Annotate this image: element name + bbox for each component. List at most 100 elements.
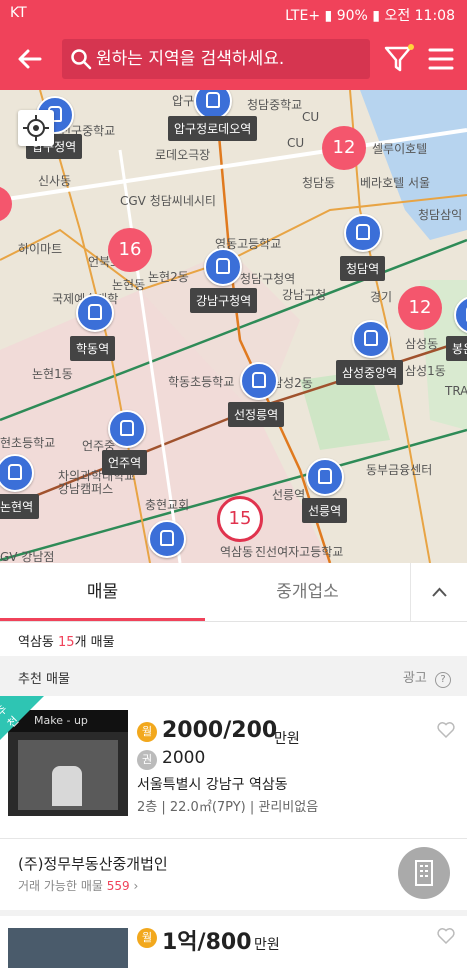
map-label: CGV 청담씨네시티 <box>120 194 216 208</box>
map-label: 청담구청역 <box>240 272 296 286</box>
map-label: 논현2동 <box>148 270 189 284</box>
listing-price: 2000/200 <box>162 718 278 743</box>
my-location-button[interactable] <box>18 110 54 146</box>
listing-address: 서울특별시 강남구 역삼동 <box>137 777 288 793</box>
section-title: 추천 매물 <box>18 672 70 687</box>
broker-building-icon <box>398 847 450 899</box>
map-label: 동부금융센터 <box>366 463 433 477</box>
map-label: 청담삼익 <box>418 208 463 222</box>
listing-details: 2층 | 22.0㎡(7PY) | 관리비없음 <box>137 800 319 815</box>
back-arrow-icon[interactable] <box>14 43 46 75</box>
hamburger-menu-icon[interactable] <box>428 46 454 72</box>
station-label[interactable]: 봉은 <box>446 336 467 361</box>
ad-info[interactable]: 광고 ? <box>403 667 451 688</box>
price-unit: 만원 <box>274 731 300 747</box>
search-icon <box>71 49 92 70</box>
map-label: CU <box>287 136 305 150</box>
subway-station-icon[interactable] <box>108 410 146 448</box>
listing-price: 1억/800 <box>162 930 252 955</box>
map-label: 삼성2동 <box>272 376 313 390</box>
station-label[interactable]: 압구정로데오역 <box>168 116 258 141</box>
broker-row[interactable]: (주)정무부동산중개법인 거래 가능한 매물 559 › <box>0 838 467 911</box>
price-unit: 만원 <box>254 937 280 953</box>
signal-icon: ▮ <box>324 8 333 24</box>
map-label: 압구 <box>172 94 195 108</box>
broker-available[interactable]: 거래 가능한 매물 559 › <box>18 877 138 894</box>
search-input[interactable] <box>96 39 364 79</box>
available-label: 거래 가능한 매물 <box>18 879 103 893</box>
map-label: CU <box>302 110 320 124</box>
map-label: 충현교회 <box>145 498 190 512</box>
map-label: 삼성동 <box>405 337 439 351</box>
map-label: 하이마트 <box>18 242 63 256</box>
carrier-label: KT <box>10 5 27 21</box>
listing-cluster[interactable]: 16 <box>108 228 152 272</box>
chevron-up-icon <box>432 587 447 597</box>
tab-listings[interactable]: 매물 <box>0 563 205 621</box>
available-count: 559 <box>106 879 130 893</box>
map-label: 신사동 <box>38 174 72 188</box>
monthly-rent-pill: 월 <box>137 722 157 742</box>
map-label: 현초등학교 <box>0 436 56 450</box>
premium-pill: 권 <box>137 750 157 770</box>
map-label: 역삼동 <box>220 545 254 559</box>
map-label: 청담동 <box>302 176 336 190</box>
bottom-sheet-tabs: 매물 중개업소 <box>0 563 467 622</box>
station-label[interactable]: 언주역 <box>102 450 148 475</box>
listing-cluster[interactable]: 12 <box>398 286 442 330</box>
map-label: 셀루이호텔 <box>372 142 428 156</box>
battery-label: 90% <box>336 8 368 24</box>
recommend-badge-label: 추천 <box>0 702 22 731</box>
broker-name: (주)정무부동산중개법인 <box>18 855 168 873</box>
question-icon: ? <box>435 672 451 688</box>
listing-cluster[interactable]: 12 <box>322 126 366 170</box>
area-name: 역삼동 <box>18 635 54 650</box>
station-label[interactable]: 강남구청역 <box>190 288 258 313</box>
map-label: 청담중학교 <box>247 98 303 112</box>
station-label[interactable]: 청담역 <box>340 256 386 281</box>
subway-station-icon[interactable] <box>204 248 242 286</box>
listing-cluster-selected[interactable]: 15 <box>217 496 263 542</box>
map-label: 삼성1동 <box>405 364 446 378</box>
filter-icon[interactable] <box>382 43 414 75</box>
station-label[interactable]: 선정릉역 <box>228 402 285 427</box>
map-label: GV 강남점 <box>0 550 55 563</box>
subway-station-icon[interactable] <box>148 520 186 558</box>
listing-count-bar: 역삼동 15개 매물 <box>0 622 467 656</box>
top-toolbar <box>0 28 467 90</box>
map-view[interactable]: 압구 신구중학교 로데오극장 청담중학교 CU CU 셀루이호텔 신사동 CGV… <box>0 90 467 563</box>
heart-icon[interactable] <box>436 720 456 740</box>
recommend-badge: 추천 <box>0 696 44 740</box>
listing-count-suffix: 개 매물 <box>74 635 115 650</box>
subway-station-icon[interactable] <box>306 458 344 496</box>
collapse-button[interactable] <box>410 563 467 621</box>
listing-card[interactable]: 월 1억/800 만원 <box>0 916 467 968</box>
status-right: LTE+ ▮ 90% ▮ 오전 11:08 <box>285 5 455 25</box>
map-label: 경기 <box>370 290 393 304</box>
crosshair-icon <box>23 115 49 141</box>
heart-icon[interactable] <box>436 926 456 946</box>
listing-card[interactable]: Make - up 추천 월 2000/200 만원 권 2000 서울특별시 … <box>0 696 467 838</box>
map-label: 학동초등학교 <box>168 375 235 389</box>
station-label[interactable]: 선릉역 <box>302 498 348 523</box>
listing-photo <box>8 928 128 968</box>
map-label: 선릉역 <box>272 488 306 502</box>
monthly-rent-pill: 월 <box>137 928 157 948</box>
subway-station-icon[interactable] <box>76 294 114 332</box>
map-label: TRA <box>445 384 467 398</box>
subway-station-icon[interactable] <box>240 362 278 400</box>
listing-count-text: 역삼동 15개 매물 <box>18 631 115 650</box>
station-label[interactable]: 논현역 <box>0 494 40 519</box>
map-label: 논현1동 <box>32 367 73 381</box>
subway-station-icon[interactable] <box>344 214 382 252</box>
station-label[interactable]: 삼성중앙역 <box>336 360 404 385</box>
time-label: 오전 11:08 <box>384 8 455 24</box>
tab-agencies[interactable]: 중개업소 <box>205 563 410 621</box>
subway-station-icon[interactable] <box>352 320 390 358</box>
active-tab-indicator <box>0 618 205 621</box>
search-box[interactable] <box>62 39 370 79</box>
map-label: 로데오극장 <box>155 148 211 162</box>
recommended-section-header: 추천 매물 광고 ? <box>0 656 467 696</box>
station-label[interactable]: 학동역 <box>70 336 116 361</box>
battery-icon: ▮ <box>372 8 380 24</box>
